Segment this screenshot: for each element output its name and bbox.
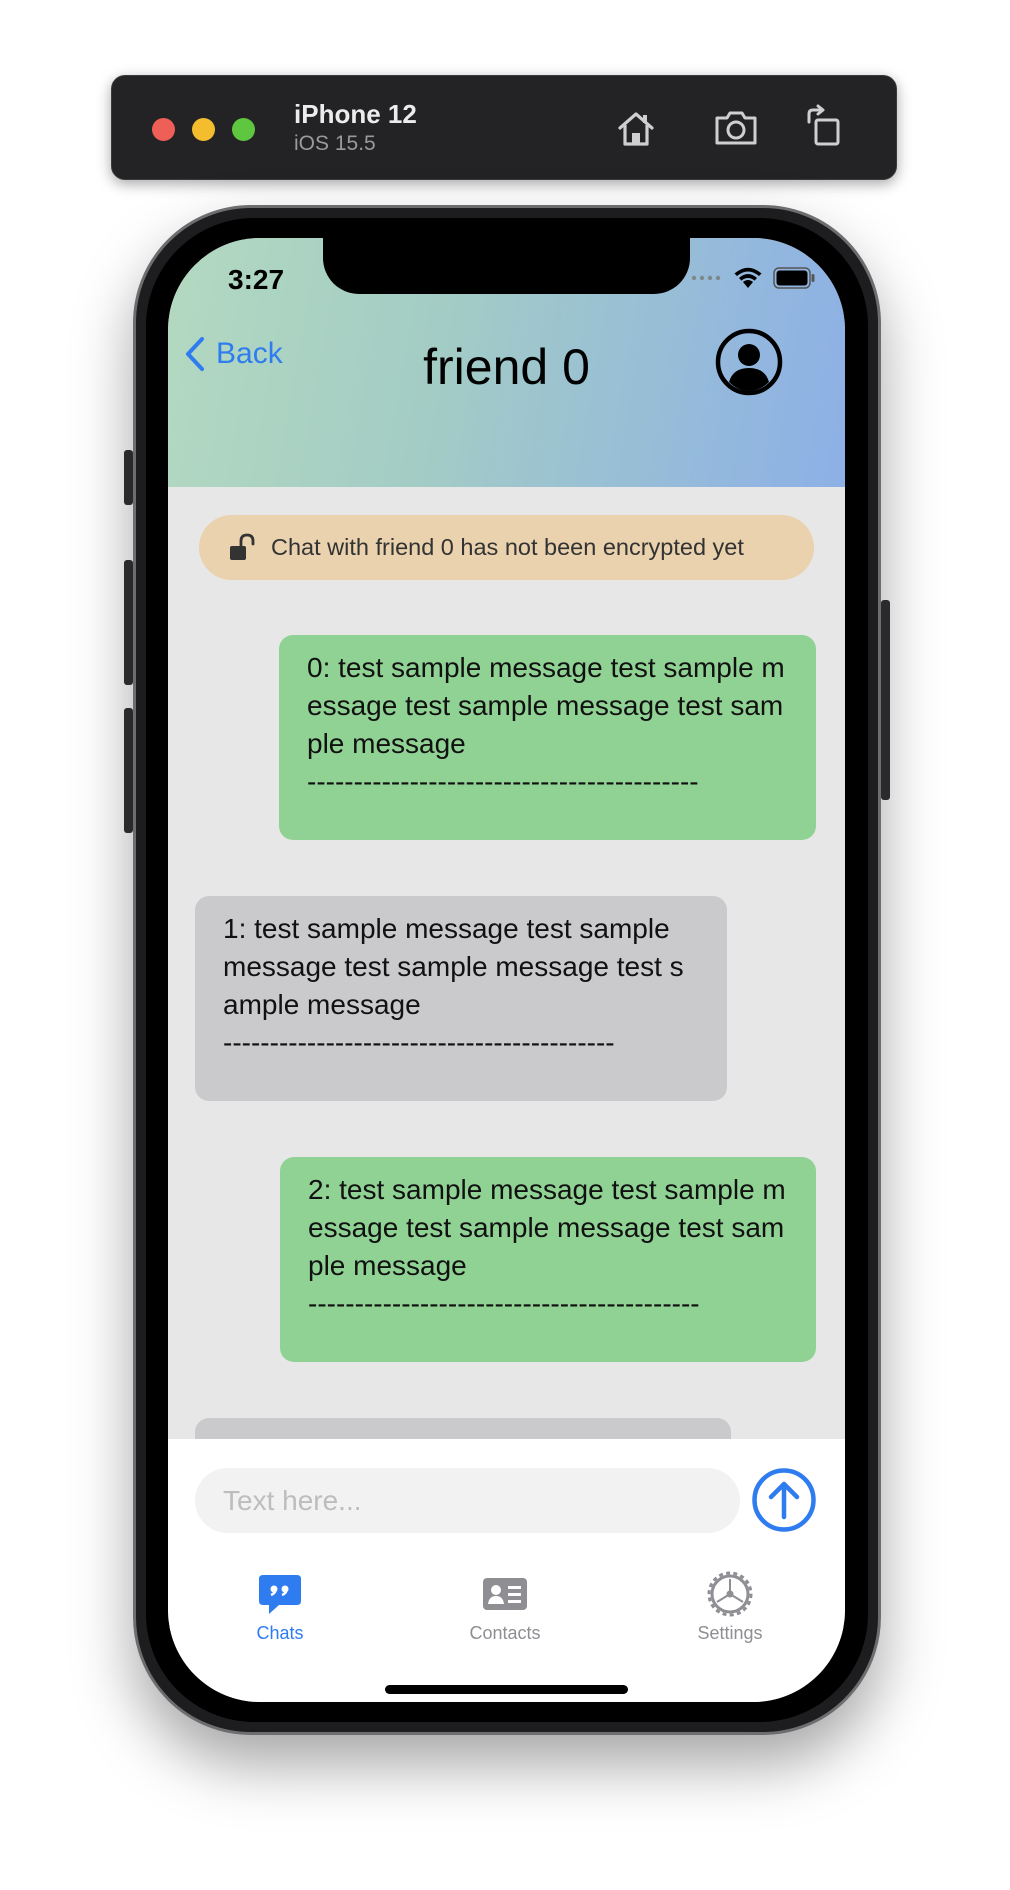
tab-label: Chats <box>256 1623 304 1643</box>
camera-icon <box>715 111 757 145</box>
silent-switch <box>124 450 133 505</box>
message-bubble-incoming[interactable]: 1: test sample message test sample messa… <box>195 896 727 1101</box>
home-indicator <box>385 1685 628 1694</box>
battery-icon <box>773 267 815 289</box>
cellular-signal-icon <box>691 275 721 281</box>
volume-up-button <box>124 560 133 685</box>
gear-icon <box>707 1571 753 1617</box>
chat-bubble-icon <box>259 1575 301 1614</box>
encryption-banner[interactable]: Chat with friend 0 has not been encrypte… <box>199 515 814 580</box>
os-version: iOS 15.5 <box>294 132 376 155</box>
profile-button[interactable] <box>715 328 783 396</box>
status-time: 3:27 <box>228 264 285 295</box>
screenshot-button[interactable] <box>712 104 760 152</box>
send-button[interactable] <box>751 1467 817 1533</box>
close-window-button[interactable] <box>152 118 175 141</box>
home-icon <box>618 112 654 146</box>
message-text: 1: test sample message test sample messa… <box>223 913 684 1020</box>
power-button <box>881 600 890 800</box>
notch <box>323 238 690 294</box>
tab-settings[interactable]: Settings <box>655 1571 805 1644</box>
phone-screen: 3:27 Back friend 0 Chat with friend 0 ha… <box>168 238 845 1702</box>
unlocked-padlock-icon <box>230 533 255 560</box>
message-bubble-outgoing[interactable]: 2: test sample message test sample messa… <box>280 1157 816 1362</box>
tab-label: Settings <box>697 1623 763 1643</box>
message-divider: ----------------------------------------… <box>308 1288 700 1319</box>
message-divider: ----------------------------------------… <box>307 766 699 797</box>
wifi-icon <box>734 267 762 288</box>
rotate-button[interactable] <box>802 104 850 152</box>
message-input[interactable] <box>195 1468 740 1533</box>
home-button[interactable] <box>612 104 660 152</box>
simulator-toolbar: iPhone 12 iOS 15.5 <box>111 75 897 180</box>
volume-down-button <box>124 708 133 833</box>
device-name: iPhone 12 <box>294 99 417 129</box>
rotate-icon <box>807 104 840 146</box>
arrow-up-circle-icon <box>752 1468 816 1532</box>
encryption-banner-text: Chat with friend 0 has not been encrypte… <box>271 534 744 560</box>
tab-contacts[interactable]: Contacts <box>430 1571 580 1644</box>
composer-and-tabbar: Chats Contacts Settings <box>168 1439 845 1702</box>
message-bubble-outgoing[interactable]: 0: test sample message test sample messa… <box>279 635 816 840</box>
zoom-window-button[interactable] <box>232 118 255 141</box>
tab-chats[interactable]: Chats <box>205 1571 355 1644</box>
status-icons <box>691 266 815 290</box>
message-text: 2: test sample message test sample messa… <box>308 1174 786 1281</box>
message-text: 0: test sample message test sample messa… <box>307 652 785 759</box>
contact-card-icon <box>483 1578 527 1610</box>
user-avatar-icon <box>715 328 783 396</box>
tab-label: Contacts <box>469 1623 541 1643</box>
minimize-window-button[interactable] <box>192 118 215 141</box>
message-divider: ----------------------------------------… <box>223 1027 615 1058</box>
